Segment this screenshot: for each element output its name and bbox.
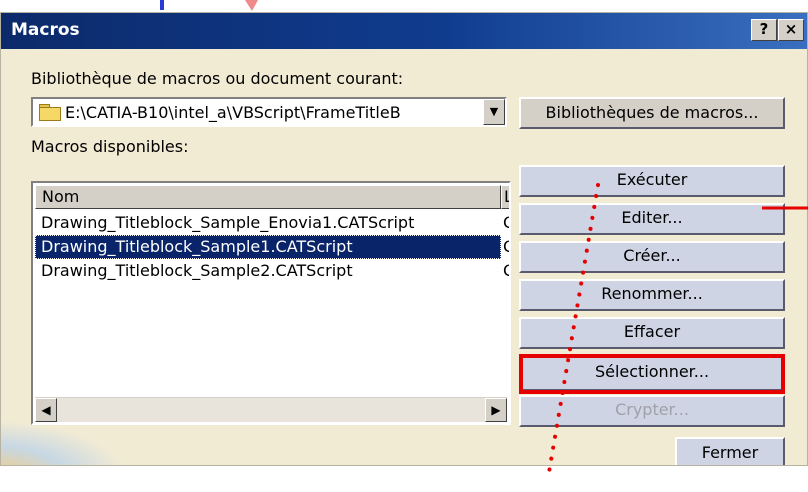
dotted-pointer-line (546, 183, 600, 480)
annotation-overlay (546, 183, 808, 480)
